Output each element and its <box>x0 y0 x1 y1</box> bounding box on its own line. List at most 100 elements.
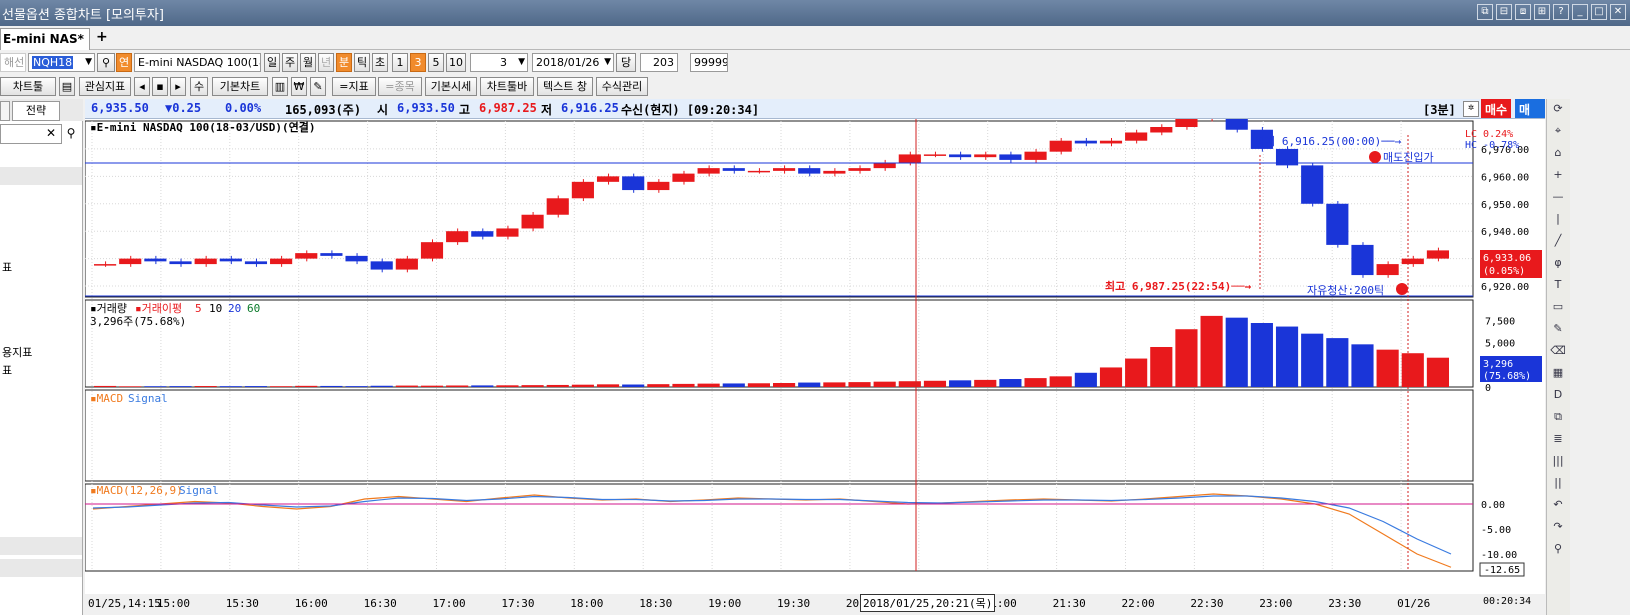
scroll-left-button[interactable]: ◂ <box>134 77 150 96</box>
count-input[interactable]: 203 <box>640 53 678 72</box>
time-tick-label: 19:30 <box>777 597 811 610</box>
text-window-button[interactable]: 텍스트 창 <box>537 77 593 96</box>
mult-3-button[interactable]: 3 <box>410 53 426 72</box>
chart-tool-button[interactable]: 차트툴 <box>0 77 56 96</box>
eraser-icon[interactable]: ⌫ <box>1550 343 1566 359</box>
sidebar-item-1[interactable]: 표 <box>2 259 12 275</box>
period-month-button[interactable]: 월 <box>300 53 316 72</box>
today-button[interactable]: 당 <box>616 53 636 72</box>
chart-svg[interactable]: 6,970.006,960.006,950.006,940.006,930.00… <box>84 110 1545 594</box>
minimize-panel-icon[interactable]: ⊟ <box>1496 4 1512 20</box>
maximize-icon[interactable]: □ <box>1591 4 1607 20</box>
hline-icon[interactable]: — <box>1550 189 1566 205</box>
sidebar-item-2[interactable]: 용지표 <box>2 344 32 360</box>
volume-bar <box>1250 323 1273 387</box>
volume-bar <box>949 380 972 387</box>
vline-icon[interactable]: | <box>1550 211 1566 227</box>
currency-button[interactable]: ₩ <box>291 77 307 96</box>
period-minute-button[interactable]: 분 <box>336 53 352 72</box>
refresh-icon[interactable]: ⟳ <box>1550 101 1566 117</box>
add-item-button[interactable]: =종목 <box>378 77 422 96</box>
low-label: 저 <box>541 103 553 117</box>
search-icon[interactable]: ⚲ <box>62 124 80 144</box>
volume-bar <box>622 384 645 387</box>
chevron-down-icon[interactable]: ▼ <box>518 54 525 71</box>
sidebar-tab-left[interactable] <box>0 101 10 121</box>
buy-button[interactable]: 매수 <box>1481 99 1512 118</box>
add-indicator-button[interactable]: =지표 <box>332 77 376 96</box>
crosshair-icon[interactable]: + <box>1550 167 1566 183</box>
search-icon[interactable]: ⚲ <box>97 53 115 72</box>
last-volume: 3,296 <box>1483 359 1513 370</box>
candle-body <box>1074 140 1097 144</box>
period-second-button[interactable]: 초 <box>372 53 388 72</box>
period-year-button[interactable]: 년 <box>318 53 334 72</box>
list-icon[interactable]: ≣ <box>1550 431 1566 447</box>
cursor-icon[interactable]: ⌖ <box>1550 123 1566 139</box>
candle-body <box>295 253 318 259</box>
fibo-icon[interactable]: φ <box>1550 255 1566 271</box>
bars-icon[interactable]: ||| <box>1550 453 1566 469</box>
stop-button[interactable]: ▪ <box>152 77 168 96</box>
sidebar-item-3[interactable]: 표 <box>2 362 12 378</box>
pen-icon[interactable]: ✎ <box>1550 321 1566 337</box>
chart-toolbar-button[interactable]: 차트툴바 <box>480 77 534 96</box>
detach-icon[interactable]: ⧉ <box>1477 4 1493 20</box>
max-count-input[interactable]: 99999 <box>690 53 728 72</box>
candle-icon[interactable]: ▥ <box>272 77 288 96</box>
time-tick-label: 16:30 <box>363 597 397 610</box>
shape-icon[interactable]: ▭ <box>1550 299 1566 315</box>
symbol-code-input[interactable]: NQH18 ▼ <box>28 53 95 72</box>
minimize-icon[interactable]: _ <box>1572 4 1588 20</box>
toolbar-row: 차트툴 ▤ 관심지표 ◂ ▪ ▸ 수 기본차트 ▥ ₩ ✎ =지표 =종목 기본… <box>0 75 1630 99</box>
undo-icon[interactable]: ↶ <box>1550 497 1566 513</box>
market-select[interactable]: 해선 <box>0 53 26 72</box>
restore-panel-icon[interactable]: ⧈ <box>1515 4 1531 20</box>
mult-5-button[interactable]: 5 <box>428 53 444 72</box>
sidebar-group-footer-2[interactable] <box>0 559 82 577</box>
play-button[interactable]: ▸ <box>170 77 186 96</box>
chevron-down-icon[interactable]: ▼ <box>604 54 611 71</box>
clear-icon[interactable]: ✕ <box>42 124 60 144</box>
zoom-icon[interactable]: ⚲ <box>1550 541 1566 557</box>
sidebar-group-footer[interactable] <box>0 537 82 555</box>
copy-icon[interactable]: ⧉ <box>1550 409 1566 425</box>
wrench-icon[interactable]: ✎ <box>310 77 326 96</box>
volume-bar <box>1099 367 1123 387</box>
interval-stepper[interactable]: 3 ▼ <box>470 53 528 72</box>
redo-icon[interactable]: ↷ <box>1550 519 1566 535</box>
period-tick-button[interactable]: 틱 <box>354 53 370 72</box>
volume-toggle-button[interactable]: 수 <box>190 77 208 96</box>
interest-indicator-button[interactable]: 관심지표 <box>79 77 131 96</box>
help-icon[interactable]: ? <box>1553 4 1569 20</box>
last-volume-pct: (75.68%) <box>1483 371 1531 382</box>
tab-emini-nas[interactable]: E-mini NAS* <box>0 28 90 50</box>
home-icon[interactable]: ⌂ <box>1550 145 1566 161</box>
bars2-icon[interactable]: || <box>1550 475 1566 491</box>
maximize-panel-icon[interactable]: ⊞ <box>1534 4 1550 20</box>
continuous-button[interactable]: 연 <box>116 53 132 72</box>
close-icon[interactable]: ✕ <box>1610 4 1626 20</box>
settings-icon[interactable]: ✲ <box>1463 101 1479 117</box>
period-day-button[interactable]: 일 <box>264 53 280 72</box>
save-icon[interactable]: ▤ <box>59 77 75 96</box>
volume-bar <box>169 386 192 387</box>
basic-price-button[interactable]: 기본시세 <box>425 77 477 96</box>
candle-body <box>747 170 770 173</box>
trendline-icon[interactable]: ╱ <box>1550 233 1566 249</box>
chevron-down-icon[interactable]: ▼ <box>85 54 92 71</box>
data-icon[interactable]: D <box>1550 387 1566 403</box>
text-icon[interactable]: T <box>1550 277 1566 293</box>
period-week-button[interactable]: 주 <box>282 53 298 72</box>
basic-chart-button[interactable]: 기본차트 <box>212 77 268 96</box>
sidebar-group-header[interactable] <box>0 167 82 185</box>
mult-1-button[interactable]: 1 <box>392 53 408 72</box>
chart-area[interactable]: 6,970.006,960.006,950.006,940.006,930.00… <box>84 110 1545 594</box>
add-tab-button[interactable]: + <box>96 29 108 45</box>
date-picker[interactable]: 2018/01/26 ▼ <box>532 53 614 72</box>
tab-strategy[interactable]: 전략 <box>12 101 60 121</box>
formula-manager-button[interactable]: 수식관리 <box>596 77 648 96</box>
sell-button[interactable]: 매도 <box>1515 99 1545 134</box>
mult-10-button[interactable]: 10 <box>446 53 466 72</box>
table-icon[interactable]: ▦ <box>1550 365 1566 381</box>
